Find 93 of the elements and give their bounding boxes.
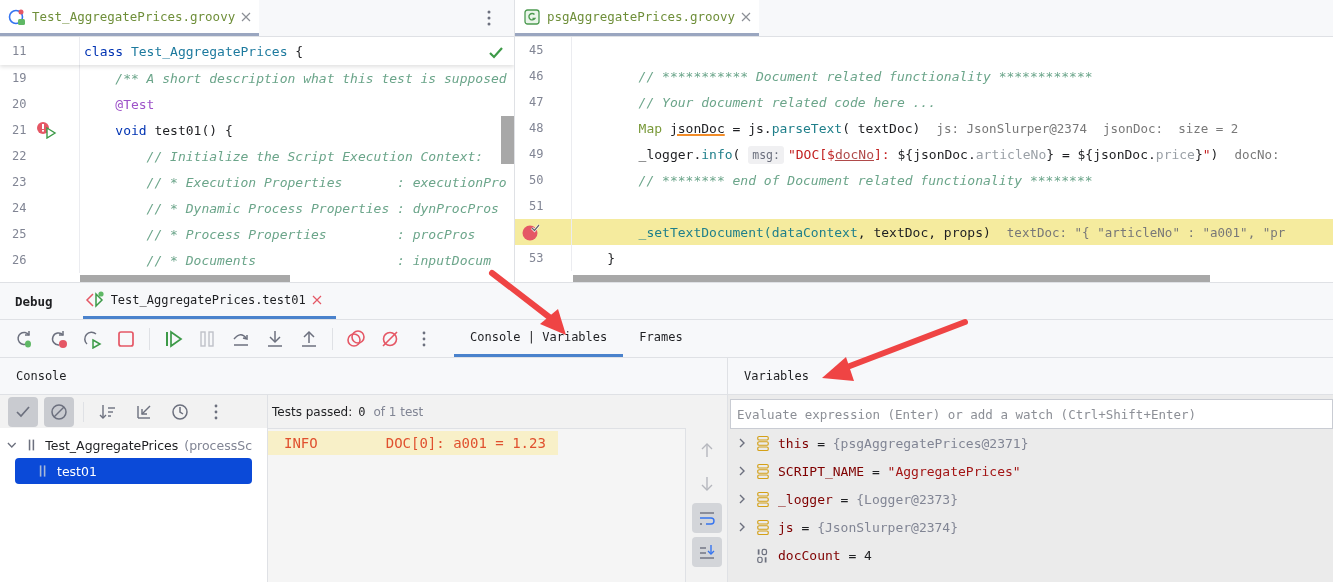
more-icon [422, 330, 426, 347]
line-number: 19 [12, 71, 28, 85]
inline-value-hint: jsonDoc: size = 2 [1102, 120, 1239, 136]
code-line: Map jsonDoc = js.parseText( textDoc) [637, 120, 921, 136]
scroll-end-button[interactable] [691, 537, 722, 567]
evaluate-field[interactable]: Evaluate expression (Enter) or add a watch (Ctrl+Shift+Enter) [730, 399, 1333, 429]
line-number: 47 [529, 95, 545, 109]
tree-label: test01 [57, 463, 97, 479]
line-number: 25 [12, 227, 28, 241]
stop-icon [116, 328, 136, 349]
check-icon [488, 45, 504, 61]
close-icon[interactable] [241, 11, 252, 22]
step-into-icon [265, 328, 285, 349]
code-line: } [606, 250, 616, 266]
field-icon [756, 462, 770, 480]
session-tab[interactable]: Test_AggregatePrices.test01 [82, 283, 336, 319]
status-count: 0 [358, 404, 366, 419]
line-number: 22 [12, 149, 28, 163]
variable-entry[interactable]: _logger = {Logger@2373} [778, 491, 959, 507]
breakpoint-hit-icon[interactable] [521, 223, 541, 241]
line-number: 24 [12, 201, 28, 215]
tree-row[interactable]: test01 [15, 458, 252, 484]
panel-title: Debug [15, 293, 53, 309]
line-number: 21 [12, 123, 28, 137]
panel-title: Variables [744, 369, 810, 383]
history-icon [170, 401, 190, 422]
panel-tab[interactable]: Frames [623, 320, 699, 357]
panel-title: Console [16, 369, 67, 383]
line-number: 11 [12, 44, 28, 58]
code-line: // * Dynamic Process Properties : dynProcPros [145, 200, 499, 216]
code-line: // * Process Properties : procPros [145, 226, 476, 242]
file-tab[interactable]: psgAggregatePrices.groovy [515, 0, 760, 36]
status-label: Tests passed: [272, 404, 353, 419]
soft-wrap-button[interactable] [691, 503, 722, 533]
pause-icon [197, 328, 217, 349]
code-line: // ******** end of Document related functionality ******** [637, 172, 1093, 188]
line-number: 23 [12, 175, 28, 189]
line-number: 45 [529, 43, 545, 57]
line-number: 20 [12, 97, 28, 111]
code-line: // * Documents : inputDocum [145, 252, 491, 268]
show-ignored-toggle[interactable] [44, 396, 74, 427]
cancel-icon [49, 401, 69, 422]
close-icon[interactable] [311, 294, 322, 305]
groovy-file-icon [523, 7, 541, 26]
code-line: // *********** Document related functionality ************ [637, 68, 1093, 84]
code-line: _logger.info( msg: "DOC[$docNo]: ${jsonDoc.articleNo} = ${jsonDoc.price}") [637, 146, 1219, 162]
status-total: of 1 test [373, 404, 424, 419]
line-number: 50 [529, 173, 545, 187]
line-number: 53 [529, 251, 545, 265]
step-out-icon [299, 328, 319, 349]
rerun-bug-icon [14, 328, 34, 349]
code-line: // Initialize the Script Execution Context: [145, 148, 484, 164]
code-line: _setTextDocument(dataContext, textDoc, props) [637, 224, 991, 240]
inline-value-hint: docNo: [1234, 146, 1280, 162]
more-icon [214, 403, 218, 420]
field-icon [756, 434, 770, 452]
suspended-icon [27, 438, 36, 452]
line-number: 51 [529, 199, 545, 213]
close-icon[interactable] [741, 11, 752, 22]
groovy-test-file-icon [8, 7, 26, 26]
code-line: class Test_AggregatePrices { [84, 43, 304, 59]
debug-test-icon [84, 290, 105, 309]
file-tab[interactable]: Test_AggregatePrices.groovy [0, 0, 260, 36]
code-line: @Test [114, 96, 155, 112]
more-icon[interactable] [486, 8, 492, 28]
code-line: // Your document related code here ... [637, 94, 937, 110]
scrollbar-thumb[interactable] [80, 275, 290, 282]
breakpoints-icon [346, 328, 366, 349]
variable-entry[interactable]: docCount = 4 [778, 547, 872, 563]
resume-icon [163, 328, 183, 349]
line-number: 49 [529, 147, 545, 161]
mute-breakpoints-icon [380, 328, 400, 349]
suspended-icon [39, 464, 47, 478]
line-number: 46 [529, 69, 545, 83]
code-line: // * Execution Properties : executionPro [145, 174, 507, 190]
scrollbar-thumb[interactable] [501, 116, 514, 164]
field-icon [756, 518, 770, 536]
variable-entry[interactable]: js = {JsonSlurper@2374} [778, 519, 959, 535]
code-line: void test01() { [114, 122, 233, 138]
line-number: 26 [12, 253, 28, 267]
breakpoint-run-icon[interactable] [36, 121, 58, 139]
line-number: 48 [529, 121, 545, 135]
variable-entry[interactable]: this = {psgAggregatePrices@2371} [778, 435, 1029, 451]
variable-entry[interactable]: SCRIPT_NAME = "AggregatePrices" [778, 463, 1021, 479]
code-line: /** A short description what this test is supposed [114, 70, 507, 86]
show-passed-toggle[interactable] [8, 396, 38, 427]
field-icon [756, 490, 770, 508]
scrollbar-thumb[interactable] [573, 275, 1210, 282]
tree-detail: (processSc [184, 437, 252, 453]
tree-label[interactable]: Test_AggregatePrices [45, 437, 179, 453]
inline-value-hint: js: JsonSlurper@2374 [936, 120, 1087, 136]
primitive-icon [756, 546, 770, 564]
inline-value-hint: textDoc: "{ "articleNo" : "a001", "pr [1006, 224, 1286, 240]
